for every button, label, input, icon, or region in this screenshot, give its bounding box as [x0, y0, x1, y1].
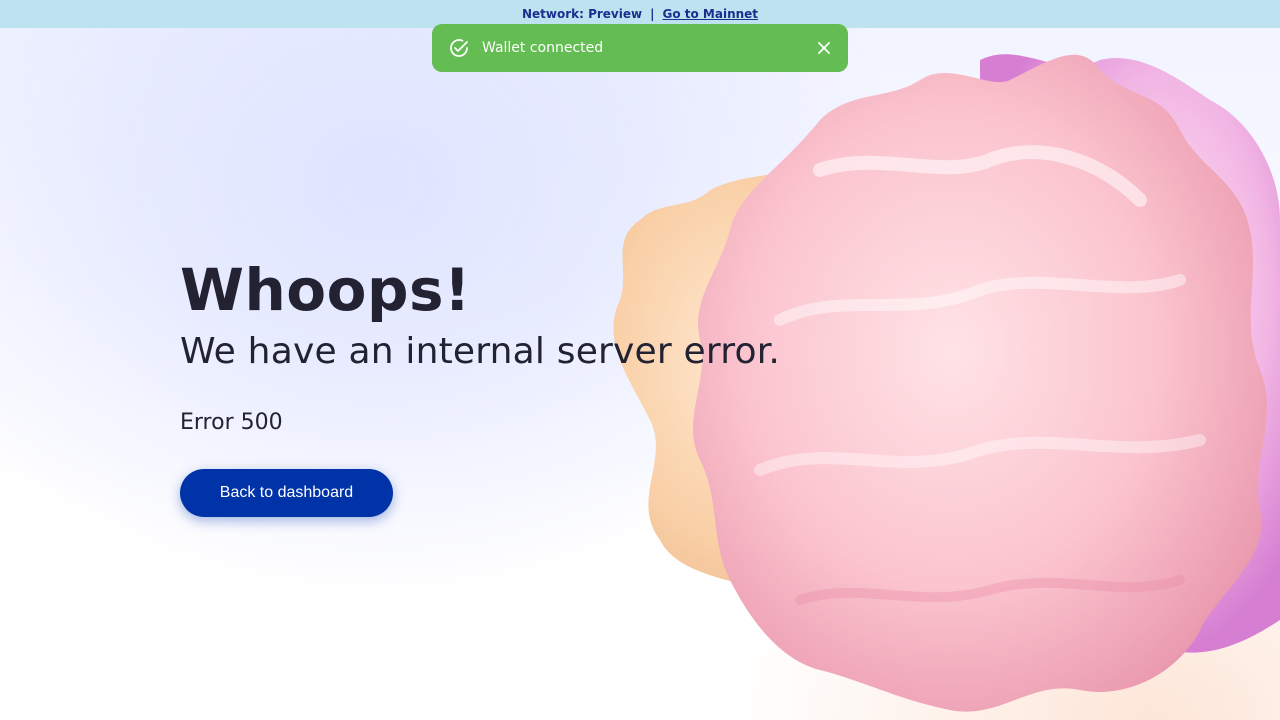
- close-icon[interactable]: [816, 40, 832, 56]
- error-content: Whoops! We have an internal server error…: [180, 256, 780, 517]
- toast-message: Wallet connected: [482, 40, 604, 56]
- error-code: Error 500: [180, 410, 283, 435]
- banner-separator: |: [650, 7, 655, 21]
- page-title: Whoops!: [180, 256, 471, 324]
- check-circle-icon: [448, 37, 470, 59]
- network-status-text: Network: Preview: [521, 7, 643, 21]
- back-to-dashboard-button[interactable]: Back to dashboard: [180, 469, 393, 517]
- go-to-mainnet-link[interactable]: Go to Mainnet: [662, 7, 758, 21]
- error-description: We have an internal server error.: [180, 331, 781, 372]
- wallet-connected-toast: Wallet connected: [432, 24, 848, 72]
